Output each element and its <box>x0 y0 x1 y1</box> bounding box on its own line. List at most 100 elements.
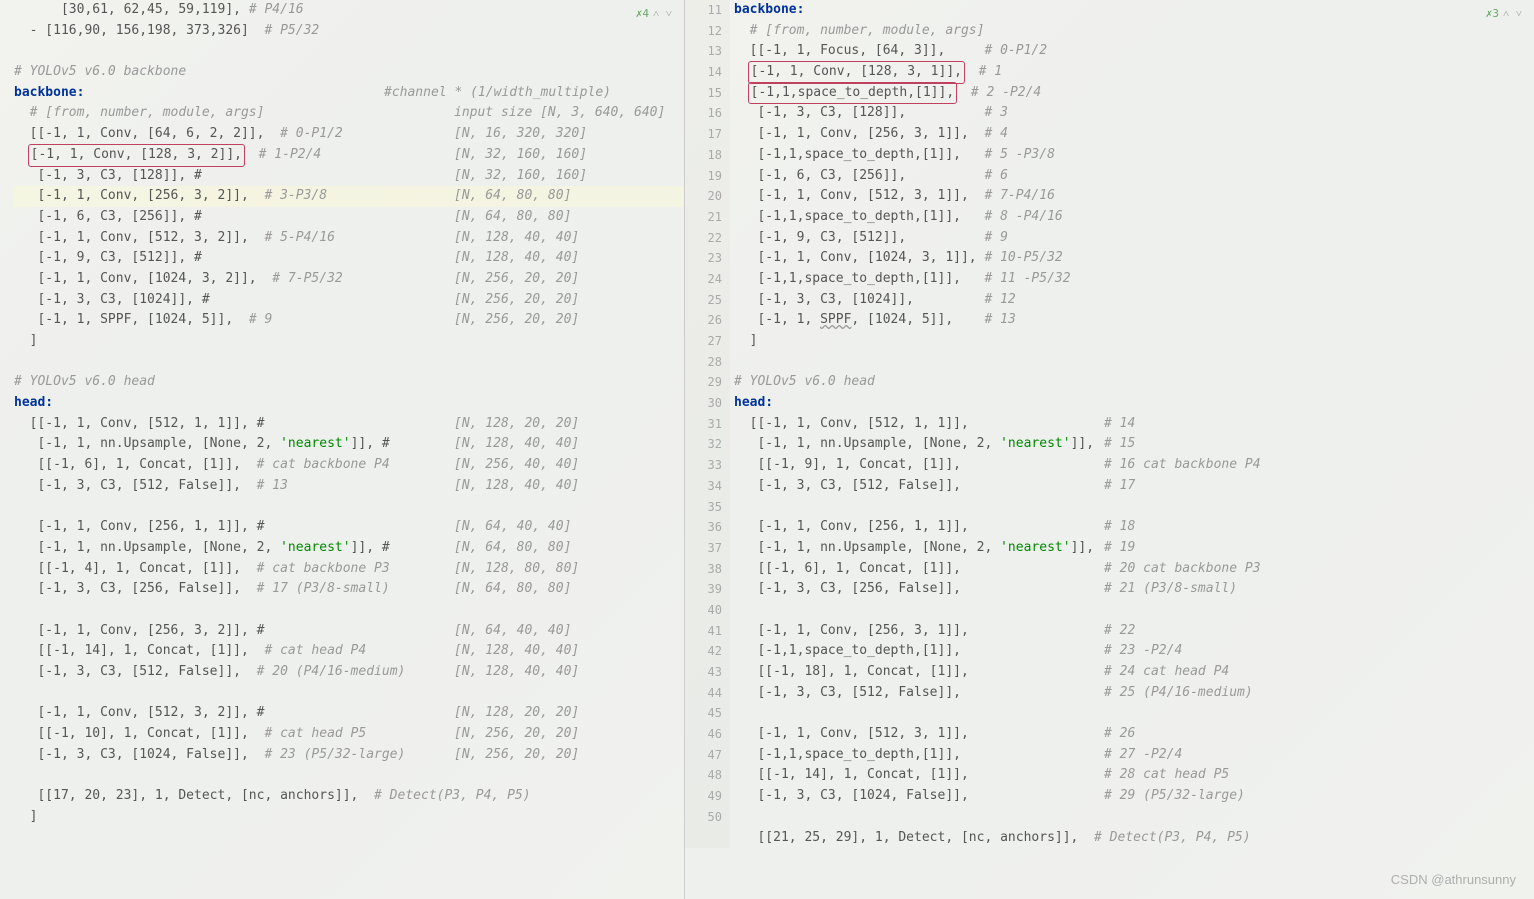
code-line: head: <box>14 393 684 414</box>
code-line: [-1, 1, SPPF, [1024, 5]], # 9[N, 256, 20… <box>14 310 684 331</box>
code-line: # YOLOv5 v6.0 head <box>14 372 684 393</box>
code-line <box>14 352 684 373</box>
code-line: [-1, 3, C3, [1024]], # 12 <box>734 290 1534 311</box>
code-line: [-1,1,space_to_depth,[1]], # 2 -P2/4 <box>734 83 1534 104</box>
diff-viewer: ✗4˄ ˅ [30,61, 62,45, 59,119], # P4/16 - … <box>0 0 1534 899</box>
code-line: [-1, 3, C3, [512, False]],# 25 (P4/16-me… <box>734 683 1534 704</box>
code-line: [-1, 3, C3, [256, False]],# 21 (P3/8-sma… <box>734 579 1534 600</box>
code-line: [30,61, 62,45, 59,119], # P4/16 <box>14 0 684 21</box>
line-number: 43 <box>685 662 722 683</box>
left-pane: ✗4˄ ˅ [30,61, 62,45, 59,119], # P4/16 - … <box>0 0 685 899</box>
code-line: [-1, 1, Conv, [1024, 3, 2]], # 7-P5/32[N… <box>14 269 684 290</box>
code-line: [-1, 1, Conv, [128, 3, 1]], # 1 <box>734 62 1534 83</box>
code-line: [-1, 1, Conv, [1024, 3, 1]], # 10-P5/32 <box>734 248 1534 269</box>
line-number: 32 <box>685 434 722 455</box>
line-number: 16 <box>685 103 722 124</box>
line-number: 28 <box>685 352 722 373</box>
code-line: [[-1, 9], 1, Concat, [1]],# 16 cat backb… <box>734 455 1534 476</box>
code-line: [-1, 1, Conv, [512, 3, 2]], #[N, 128, 20… <box>14 703 684 724</box>
code-line: ] <box>14 331 684 352</box>
code-line: [-1,1,space_to_depth,[1]],# 23 -P2/4 <box>734 641 1534 662</box>
code-line: [-1, 1, Conv, [256, 1, 1]], #[N, 64, 40,… <box>14 517 684 538</box>
right-pane: ✗3˄ ˅ 1112131415161718192021222324252627… <box>685 0 1534 899</box>
line-number: 50 <box>685 807 722 828</box>
code-line: [[21, 25, 29], 1, Detect, [nc, anchors]]… <box>734 828 1534 849</box>
code-area-right[interactable]: backbone: # [from, number, module, args]… <box>730 0 1534 848</box>
code-line <box>734 600 1534 621</box>
code-line: [-1, 1, SPPF, [1024, 5]], # 13 <box>734 310 1534 331</box>
code-line: [-1,1,space_to_depth,[1]], # 5 -P3/8 <box>734 145 1534 166</box>
code-line: [[-1, 1, Conv, [512, 1, 1]],# 14 <box>734 414 1534 435</box>
line-number: 12 <box>685 21 722 42</box>
code-line: [-1, 9, C3, [512]], # 9 <box>734 228 1534 249</box>
code-area-left[interactable]: [30,61, 62,45, 59,119], # P4/16 - [116,9… <box>10 0 684 828</box>
line-number: 11 <box>685 0 722 21</box>
code-line: [-1, 1, nn.Upsample, [None, 2, 'nearest'… <box>14 434 684 455</box>
code-line <box>734 703 1534 724</box>
code-line: ] <box>734 331 1534 352</box>
line-number: 41 <box>685 621 722 642</box>
code-line: [-1, 1, Conv, [512, 3, 1]],# 26 <box>734 724 1534 745</box>
code-line <box>734 497 1534 518</box>
line-number: 27 <box>685 331 722 352</box>
code-line: backbone: <box>734 0 1534 21</box>
line-number: 48 <box>685 765 722 786</box>
line-number: 19 <box>685 166 722 187</box>
code-line: [-1,1,space_to_depth,[1]], # 11 -P5/32 <box>734 269 1534 290</box>
code-line: [-1, 1, nn.Upsample, [None, 2, 'nearest'… <box>734 538 1534 559</box>
line-number: 26 <box>685 310 722 331</box>
line-number <box>685 828 722 849</box>
line-number: 23 <box>685 248 722 269</box>
code-line: [[-1, 18], 1, Concat, [1]],# 24 cat head… <box>734 662 1534 683</box>
code-line: [-1, 9, C3, [512]], #[N, 128, 40, 40] <box>14 248 684 269</box>
code-line <box>14 600 684 621</box>
code-line: [[17, 20, 23], 1, Detect, [nc, anchors]]… <box>14 786 684 807</box>
code-line: [-1, 1, Conv, [512, 3, 1]], # 7-P4/16 <box>734 186 1534 207</box>
code-line <box>734 807 1534 828</box>
code-line: [-1, 6, C3, [256]], #[N, 64, 80, 80] <box>14 207 684 228</box>
code-line: backbone:#channel * (1/width_multiple) <box>14 83 684 104</box>
line-number: 20 <box>685 186 722 207</box>
line-number: 49 <box>685 786 722 807</box>
code-line: ] <box>14 807 684 828</box>
code-line: [-1, 6, C3, [256]], # 6 <box>734 166 1534 187</box>
line-number: 47 <box>685 745 722 766</box>
code-line: [-1, 1, Conv, [256, 3, 1]],# 22 <box>734 621 1534 642</box>
line-number: 33 <box>685 455 722 476</box>
code-line: [-1, 1, Conv, [128, 3, 2]], # 1-P2/4[N, … <box>14 145 684 166</box>
watermark: CSDN @athrunsunny <box>1391 870 1516 891</box>
line-number: 35 <box>685 497 722 518</box>
line-number: 46 <box>685 724 722 745</box>
line-number: 39 <box>685 579 722 600</box>
code-line: [-1, 1, Conv, [256, 3, 2]], #[N, 64, 40,… <box>14 621 684 642</box>
line-number: 21 <box>685 207 722 228</box>
code-line <box>14 765 684 786</box>
line-number: 45 <box>685 703 722 724</box>
code-line: [[-1, 6], 1, Concat, [1]], # cat backbon… <box>14 455 684 476</box>
code-line: [[-1, 1, Conv, [64, 6, 2, 2]], # 0-P1/2[… <box>14 124 684 145</box>
line-number: 29 <box>685 372 722 393</box>
code-line: [-1, 1, nn.Upsample, [None, 2, 'nearest'… <box>734 434 1534 455</box>
line-number: 14 <box>685 62 722 83</box>
code-line: [[-1, 4], 1, Concat, [1]], # cat backbon… <box>14 559 684 580</box>
line-number: 36 <box>685 517 722 538</box>
line-number: 34 <box>685 476 722 497</box>
code-line: [-1, 1, Conv, [512, 3, 2]], # 5-P4/16[N,… <box>14 228 684 249</box>
code-line: # [from, number, module, args]input size… <box>14 103 684 124</box>
code-line: [[-1, 14], 1, Concat, [1]], # cat head P… <box>14 641 684 662</box>
code-line: [-1, 1, nn.Upsample, [None, 2, 'nearest'… <box>14 538 684 559</box>
code-line <box>734 352 1534 373</box>
code-line: [-1, 3, C3, [512, False]], # 20 (P4/16-m… <box>14 662 684 683</box>
code-line: # YOLOv5 v6.0 backbone <box>14 62 684 83</box>
gutter-right: 1112131415161718192021222324252627282930… <box>685 0 730 848</box>
code-line: [-1, 3, C3, [512, False]], # 13[N, 128, … <box>14 476 684 497</box>
code-line: [[-1, 1, Focus, [64, 3]], # 0-P1/2 <box>734 41 1534 62</box>
line-number: 17 <box>685 124 722 145</box>
line-number: 42 <box>685 641 722 662</box>
code-line: [-1, 1, Conv, [256, 1, 1]],# 18 <box>734 517 1534 538</box>
code-line: [-1, 3, C3, [1024]], #[N, 256, 20, 20] <box>14 290 684 311</box>
code-line: # [from, number, module, args] <box>734 21 1534 42</box>
code-line: [-1, 3, C3, [256, False]], # 17 (P3/8-sm… <box>14 579 684 600</box>
code-line: [[-1, 6], 1, Concat, [1]],# 20 cat backb… <box>734 559 1534 580</box>
code-line: [-1, 3, C3, [1024, False]], # 23 (P5/32-… <box>14 745 684 766</box>
